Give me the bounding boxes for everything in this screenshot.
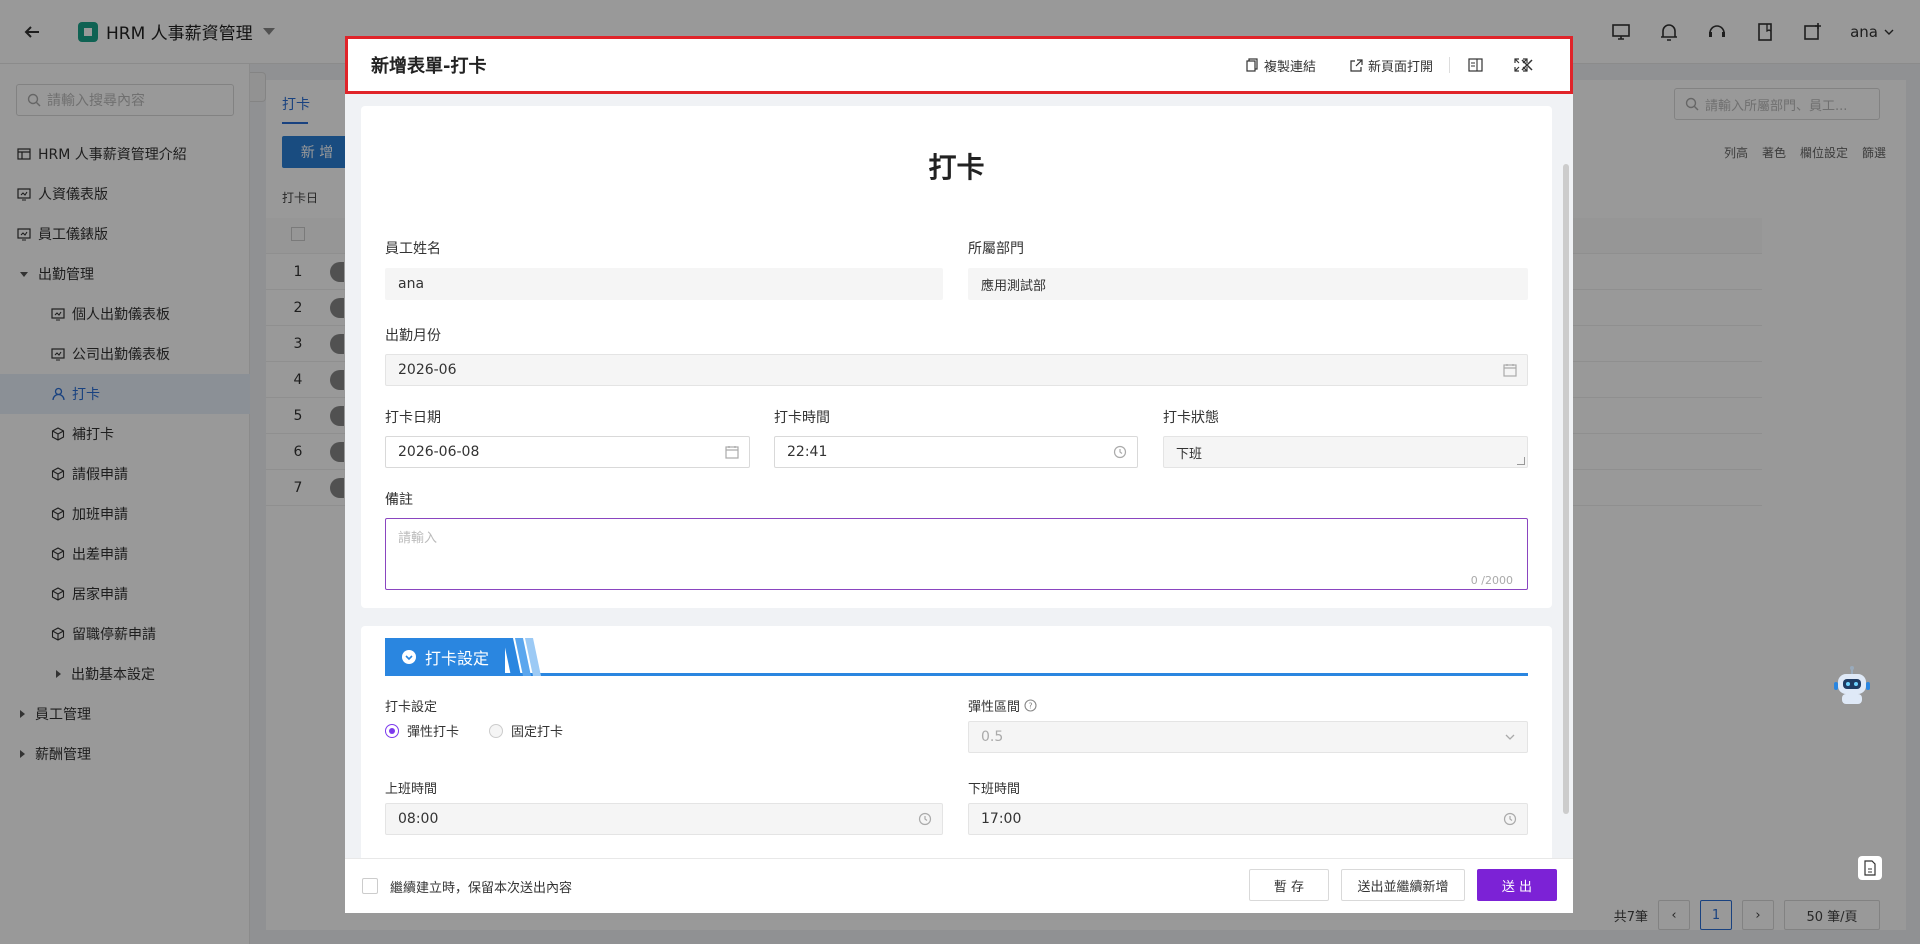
radio-fixed-punch[interactable]: 固定打卡	[489, 721, 563, 740]
remarks-char-counter: 0 /2000	[1470, 574, 1513, 587]
clock-icon	[1113, 445, 1127, 459]
document-icon[interactable]	[1858, 856, 1882, 880]
keep-content-checkbox[interactable]	[362, 878, 378, 894]
close-icon[interactable]	[1518, 56, 1536, 74]
flex-range-select[interactable]: 0.5	[968, 721, 1528, 753]
help-icon[interactable]: ?	[1024, 699, 1037, 712]
punch-status-value: 下班	[1176, 446, 1203, 462]
employee-name-value: ana	[398, 276, 425, 292]
form-title: 打卡	[928, 151, 985, 184]
attendance-month-value: 2026-06	[398, 362, 457, 378]
punch-setting-radio-group: 彈性打卡 固定打卡	[385, 721, 563, 740]
flex-range-value: 0.5	[981, 729, 1004, 745]
clock-icon	[1503, 812, 1517, 826]
chevron-down-icon	[1505, 734, 1515, 740]
punch-status-label: 打卡狀態	[1163, 410, 1219, 426]
punch-status-field[interactable]: 下班	[1163, 436, 1528, 468]
form-card-punch-settings: 打卡設定 打卡設定 彈性打卡 固定打卡 彈性區間 ? 0.5 上班時間 08:0…	[361, 626, 1552, 896]
form-card-main: 打卡 員工姓名 ana 所屬部門 應用測試部 出勤月份 2026-06 打卡日期…	[361, 106, 1552, 608]
start-time-value: 08:00	[398, 811, 439, 827]
submit-button[interactable]: 送 出	[1477, 869, 1557, 901]
calendar-icon	[1503, 364, 1517, 377]
remarks-placeholder: 請輸入	[398, 531, 438, 546]
department-label: 所屬部門	[968, 241, 1024, 257]
copy-link-button[interactable]: 複製連結	[1246, 56, 1316, 75]
attendance-month-label: 出勤月份	[385, 328, 441, 344]
attendance-month-picker[interactable]: 2026-06	[385, 354, 1528, 386]
assistant-robot-icon[interactable]	[1832, 664, 1872, 708]
create-form-modal: 新增表單-打卡 複製連結 新頁面打開 打卡 員工姓名 ana 所屬部門 應用測試…	[345, 36, 1573, 913]
radio-flexible-punch[interactable]: 彈性打卡	[385, 721, 459, 740]
open-new-page-label: 新頁面打開	[1367, 59, 1433, 75]
employee-name-label: 員工姓名	[385, 241, 441, 257]
punch-time-value: 22:41	[787, 444, 828, 460]
clock-icon	[918, 812, 932, 826]
punch-date-value: 2026-06-08	[398, 444, 480, 460]
copy-icon	[1246, 58, 1258, 72]
save-draft-button[interactable]: 暫 存	[1249, 869, 1329, 901]
open-new-page-button[interactable]: 新頁面打開	[1350, 56, 1433, 75]
radio-label: 固定打卡	[511, 725, 564, 740]
section-title: 打卡設定	[425, 649, 490, 668]
keep-content-label: 繼續建立時，保留本次送出內容	[390, 880, 573, 896]
end-time-label: 下班時間	[968, 782, 1021, 797]
end-time-picker[interactable]: 17:00	[968, 803, 1528, 835]
punch-time-label: 打卡時間	[774, 410, 830, 426]
submit-and-continue-button[interactable]: 送出並繼續新增	[1341, 869, 1465, 901]
modal-body: 打卡 員工姓名 ana 所屬部門 應用測試部 出勤月份 2026-06 打卡日期…	[345, 94, 1573, 896]
calendar-icon	[725, 446, 739, 459]
modal-footer: 繼續建立時，保留本次送出內容 暫 存 送出並繼續新增 送 出	[345, 858, 1573, 913]
divider	[1449, 57, 1450, 73]
punch-date-picker[interactable]: 2026-06-08	[385, 436, 750, 468]
remarks-label: 備註	[385, 492, 413, 508]
radio-label: 彈性打卡	[407, 725, 460, 740]
modal-title: 新增表單-打卡	[371, 56, 487, 77]
modal-scrollbar[interactable]	[1563, 164, 1569, 814]
flex-range-label-wrap: 彈性區間 ?	[968, 696, 1037, 715]
punch-setting-label: 打卡設定	[385, 700, 438, 715]
department-value: 應用測試部	[981, 278, 1047, 294]
svg-text:?: ?	[1028, 702, 1032, 711]
end-time-value: 17:00	[981, 811, 1022, 827]
modal-header: 新增表單-打卡 複製連結 新頁面打開	[345, 36, 1573, 94]
start-time-picker[interactable]: 08:00	[385, 803, 943, 835]
punch-date-label: 打卡日期	[385, 410, 441, 426]
collapse-chevron-icon	[402, 650, 416, 664]
start-time-label: 上班時間	[385, 782, 438, 797]
side-panel-icon[interactable]	[1466, 56, 1484, 74]
flex-range-label: 彈性區間	[968, 700, 1021, 715]
copy-link-label: 複製連結	[1263, 59, 1316, 75]
section-stripes-decoration	[503, 638, 541, 676]
radio-dot	[489, 723, 504, 738]
external-link-icon	[1350, 58, 1363, 72]
section-header[interactable]: 打卡設定	[385, 638, 1528, 676]
employee-name-field: ana	[385, 268, 943, 300]
punch-time-picker[interactable]: 22:41	[774, 436, 1138, 468]
department-field: 應用測試部	[968, 268, 1528, 300]
remarks-textarea[interactable]: 請輸入 0 /2000	[385, 518, 1528, 590]
section-tab: 打卡設定	[385, 638, 505, 676]
radio-dot-checked	[385, 723, 399, 738]
resize-handle[interactable]	[1517, 457, 1525, 465]
